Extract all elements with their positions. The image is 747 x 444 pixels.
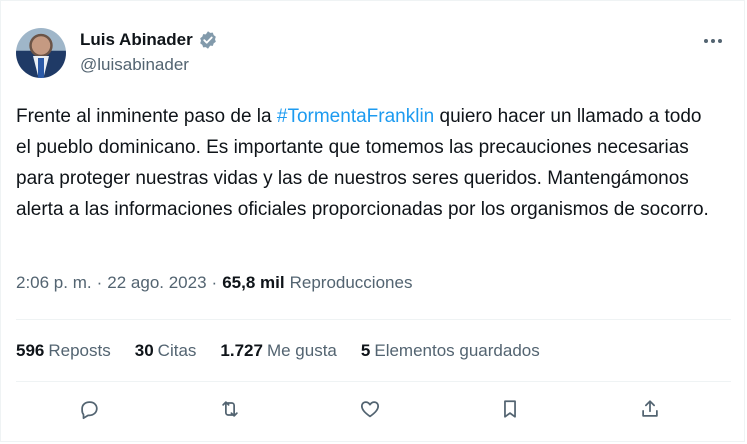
likes-stat[interactable]: 1.727 Me gusta	[220, 341, 336, 361]
divider	[16, 381, 731, 382]
author-name-row: Luis Abinader	[80, 30, 218, 50]
share-button[interactable]	[632, 391, 668, 427]
more-dot-icon	[711, 39, 715, 43]
more-dot-icon	[704, 39, 708, 43]
hashtag-link[interactable]: #TormentaFranklin	[277, 106, 434, 127]
engagement-stats: 596 Reposts 30 Citas 1.727 Me gusta 5 Elemen…	[16, 341, 564, 361]
bookmarks-label: Elementos guardados	[374, 341, 540, 360]
action-bar	[1, 391, 746, 435]
reposts-stat[interactable]: 596 Reposts	[16, 341, 111, 361]
like-icon	[360, 401, 380, 418]
repost-button[interactable]	[212, 391, 248, 427]
avatar-tie	[38, 58, 44, 78]
author-name[interactable]: Luis Abinader	[80, 30, 193, 50]
reposts-count: 596	[16, 341, 45, 360]
tweet-date[interactable]: 22 ago. 2023	[107, 273, 206, 293]
tweet-text: Frente al inminente paso de la #Tormenta…	[16, 101, 721, 225]
verified-badge-icon	[199, 31, 216, 49]
author-handle[interactable]: @luisabinader	[80, 55, 189, 75]
repost-icon	[222, 401, 238, 417]
meta-separator: ·	[211, 273, 218, 292]
quotes-label: Citas	[157, 341, 197, 360]
reposts-label: Reposts	[48, 341, 111, 360]
more-dot-icon	[718, 39, 722, 43]
reply-button[interactable]	[71, 391, 107, 427]
more-options-button[interactable]	[701, 29, 725, 53]
bookmarks-stat[interactable]: 5 Elementos guardados	[361, 341, 540, 361]
likes-label: Me gusta	[266, 341, 337, 360]
avatar[interactable]	[16, 28, 66, 78]
tweet-text-before: Frente al inminente paso de la	[16, 106, 277, 127]
share-icon	[642, 400, 658, 417]
meta-separator: ·	[96, 273, 103, 292]
tweet-meta: 2:06 p. m. · 22 ago. 2023 · 65,8 mil Rep…	[16, 273, 412, 293]
like-button[interactable]	[352, 391, 388, 427]
views-count[interactable]: 65,8 mil	[222, 273, 284, 293]
bookmarks-count: 5	[360, 341, 371, 360]
bookmark-button[interactable]	[492, 391, 528, 427]
views-label: Reproducciones	[289, 273, 413, 292]
divider	[16, 319, 731, 320]
tweet-card: Luis Abinader @luisabinader Frente al in…	[0, 0, 745, 442]
bookmark-icon	[504, 400, 516, 418]
reply-icon	[81, 401, 98, 420]
likes-count: 1.727	[220, 341, 263, 360]
quotes-stat[interactable]: 30 Citas	[135, 341, 197, 361]
tweet-time[interactable]: 2:06 p. m.	[16, 273, 92, 293]
quotes-count: 30	[134, 341, 154, 360]
